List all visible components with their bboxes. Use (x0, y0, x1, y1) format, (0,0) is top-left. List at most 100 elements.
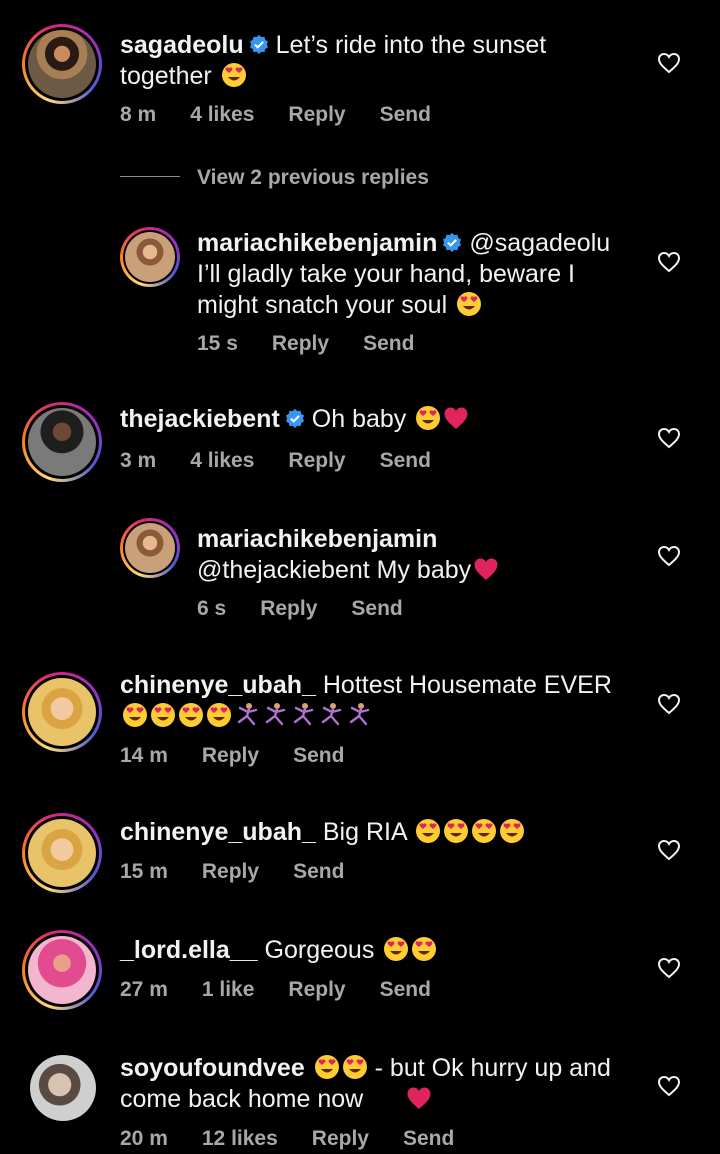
reply-button[interactable]: Reply (288, 103, 345, 126)
dancer-emoji-icon (234, 702, 260, 728)
send-button[interactable]: Send (351, 597, 402, 620)
comment-body-line2: come back home now (120, 1085, 364, 1113)
comment-username[interactable]: sagadeolu (120, 31, 244, 59)
reply-meta: 15 s Reply Send (197, 332, 448, 356)
comment-username[interactable]: chinenye_ubah_ (120, 671, 316, 699)
reply-button[interactable]: Reply (288, 978, 345, 1001)
reply-row: mariachikebenjamin @thejackiebent My bab… (0, 510, 720, 630)
avatar-photo (125, 523, 175, 573)
heart-eyes-emoji-icon (456, 291, 482, 317)
likes-count[interactable]: 1 like (202, 978, 255, 1001)
heart-eyes-emoji-icon (443, 818, 469, 844)
like-heart-icon[interactable] (657, 957, 681, 979)
likes-count[interactable]: 12 likes (202, 1127, 278, 1150)
likes-count[interactable]: 4 likes (190, 449, 254, 472)
comment-meta: 15 m Reply Send (120, 860, 378, 884)
heart-eyes-emoji-icon (150, 702, 176, 728)
like-heart-icon[interactable] (657, 545, 681, 567)
comment-row: _lord.ella__ Gorgeous 27 m 1 like Reply Sen… (0, 915, 720, 1025)
dancer-emoji-icon (290, 702, 316, 728)
send-button[interactable]: Send (380, 103, 431, 126)
avatar[interactable] (120, 518, 180, 578)
like-heart-icon[interactable] (657, 839, 681, 861)
heart-eyes-emoji-icon (415, 818, 441, 844)
avatar-photo (28, 936, 96, 1004)
avatar-photo (28, 678, 96, 746)
avatar[interactable] (22, 24, 102, 104)
avatar[interactable] (22, 672, 102, 752)
heart-eyes-emoji-icon (499, 818, 525, 844)
red-heart-emoji-icon (443, 405, 469, 431)
heart-eyes-emoji-icon (383, 936, 409, 962)
avatar[interactable] (22, 402, 102, 482)
like-heart-icon[interactable] (657, 1075, 681, 1097)
heart-eyes-emoji-icon (178, 702, 204, 728)
verified-badge-icon (441, 232, 463, 254)
divider (120, 176, 180, 177)
comment-username[interactable]: thejackiebent (120, 405, 280, 433)
comment-row: soyoufoundvee - but Ok hurry up and come… (0, 1035, 720, 1154)
heart-eyes-emoji-icon (471, 818, 497, 844)
view-previous-replies-button[interactable]: View 2 previous replies (197, 166, 429, 190)
comment-meta: 20 m 12 likes Reply Send (120, 1127, 488, 1151)
comment-row: chinenye_ubah_ Hottest Housemate EVER 14… (0, 650, 720, 780)
comment-text: soyoufoundvee - but Ok hurry up and come… (120, 1053, 640, 1115)
comment-text: chinenye_ubah_ Big RIA (120, 817, 640, 848)
comment-row: thejackiebent Oh baby 3 m 4 likes Reply Send (0, 380, 720, 490)
send-button[interactable]: Send (380, 978, 431, 1001)
reply-button[interactable]: Reply (202, 860, 259, 883)
comment-text: sagadeolu Let’s ride into the sunset toge… (120, 30, 640, 92)
comment-time: 14 m (120, 744, 168, 767)
reply-row: mariachikebenjamin @sagadeolu I’ll gladly… (0, 220, 720, 370)
reply-text: mariachikebenjamin @thejackiebent My bab… (197, 524, 637, 586)
comment-time: 20 m (120, 1127, 168, 1150)
reply-meta: 6 s Reply Send (197, 597, 437, 621)
avatar-photo (125, 232, 175, 282)
reply-button[interactable]: Reply (312, 1127, 369, 1150)
comment-body: Big RIA (322, 818, 407, 846)
comment-time: 6 s (197, 597, 227, 620)
send-button[interactable]: Send (380, 449, 431, 472)
comment-meta: 3 m 4 likes Reply Send (120, 449, 465, 473)
send-button[interactable]: Send (293, 860, 344, 883)
like-heart-icon[interactable] (657, 251, 681, 273)
comment-username[interactable]: soyoufoundvee (120, 1054, 305, 1082)
send-button[interactable]: Send (403, 1127, 454, 1150)
like-heart-icon[interactable] (657, 693, 681, 715)
dancer-emoji-icon (318, 702, 344, 728)
reply-username[interactable]: mariachikebenjamin (197, 229, 437, 257)
reply-username[interactable]: mariachikebenjamin (197, 525, 437, 553)
heart-eyes-emoji-icon (221, 62, 247, 88)
reply-button[interactable]: Reply (202, 744, 259, 767)
comment-username[interactable]: _lord.ella__ (120, 936, 258, 964)
avatar[interactable] (22, 813, 102, 893)
comment-username[interactable]: chinenye_ubah_ (120, 818, 316, 846)
avatar-photo (28, 819, 96, 887)
comment-body: - but Ok hurry up and (374, 1054, 611, 1082)
send-button[interactable]: Send (293, 744, 344, 767)
heart-eyes-emoji-icon (206, 702, 232, 728)
avatar[interactable] (30, 1055, 96, 1121)
comment-body: Gorgeous (264, 936, 375, 964)
reply-text: mariachikebenjamin @sagadeolu I’ll gladly… (197, 228, 637, 321)
like-heart-icon[interactable] (657, 427, 681, 449)
heart-eyes-emoji-icon (314, 1054, 340, 1080)
reply-button[interactable]: Reply (288, 449, 345, 472)
likes-count[interactable]: 4 likes (190, 103, 254, 126)
red-heart-emoji-icon (473, 556, 499, 582)
avatar[interactable] (120, 227, 180, 287)
reply-button[interactable]: Reply (272, 332, 329, 355)
heart-eyes-emoji-icon (342, 1054, 368, 1080)
avatar-photo (28, 30, 96, 98)
comment-body: Hottest Housemate EVER (322, 671, 612, 699)
avatar-photo (28, 408, 96, 476)
reply-button[interactable]: Reply (260, 597, 317, 620)
avatar[interactable] (22, 930, 102, 1010)
heart-eyes-emoji-icon (415, 405, 441, 431)
comment-time: 8 m (120, 103, 157, 126)
reply-body: @thejackiebent My baby (197, 556, 472, 584)
send-button[interactable]: Send (363, 332, 414, 355)
like-heart-icon[interactable] (657, 52, 681, 74)
comment-time: 27 m (120, 978, 168, 1001)
comment-text: _lord.ella__ Gorgeous (120, 935, 640, 966)
